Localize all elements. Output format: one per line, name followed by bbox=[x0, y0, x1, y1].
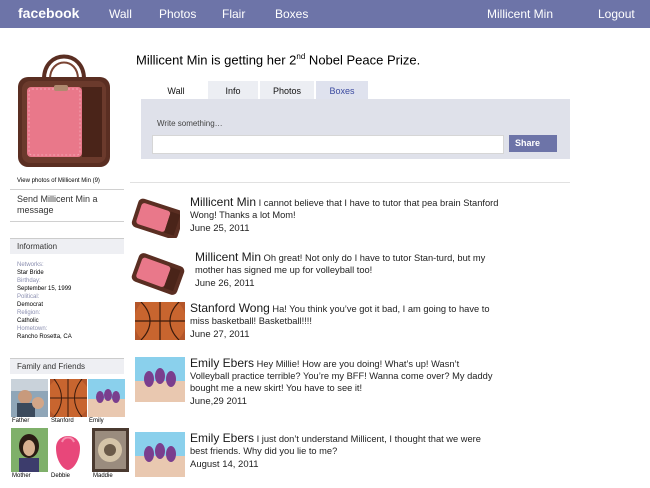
hometown-value: Rancho Rosetta, CA bbox=[17, 334, 72, 340]
friend-photo[interactable] bbox=[50, 428, 87, 472]
friend-stanford[interactable]: Stanford bbox=[50, 379, 87, 431]
headline-text: Millicent Min is getting her 2 bbox=[136, 52, 297, 68]
post-content: Emily Ebers Hey Millie! How are you doin… bbox=[190, 357, 495, 408]
friend-name[interactable]: Maddie bbox=[92, 473, 129, 479]
friend-name[interactable]: Mother bbox=[11, 473, 48, 479]
post-author[interactable]: Emily Ebers bbox=[190, 356, 254, 370]
friend-photo[interactable] bbox=[88, 379, 125, 417]
post-date: August 14, 2011 bbox=[190, 459, 259, 470]
tab-info[interactable]: Info bbox=[208, 81, 258, 99]
information-list: Networks: Star Bride Birthday: September… bbox=[17, 261, 123, 341]
divider bbox=[10, 221, 124, 222]
top-navigation-bar: facebook Wall Photos Flair Boxes Millice… bbox=[0, 0, 650, 28]
divider bbox=[130, 182, 570, 183]
tab-boxes[interactable]: Boxes bbox=[316, 81, 368, 99]
friend-name[interactable]: Father bbox=[11, 418, 48, 424]
basketball-thumbnail[interactable] bbox=[135, 302, 185, 340]
nav-photos-link[interactable]: Photos bbox=[159, 7, 196, 21]
networks-label: Networks: bbox=[17, 262, 44, 268]
political-value: Democrat bbox=[17, 302, 44, 308]
laptop-bag-thumbnail[interactable] bbox=[128, 251, 188, 297]
laptop-bag-thumbnail[interactable] bbox=[128, 196, 180, 238]
post-content: Emily Ebers I just don’t understand Mill… bbox=[190, 432, 495, 471]
send-message-link[interactable]: Send Millicent Min a message bbox=[17, 194, 117, 216]
political-label: Political: bbox=[17, 294, 40, 300]
profile-photo[interactable] bbox=[10, 45, 114, 173]
friend-debbie[interactable]: Debbie bbox=[50, 428, 87, 480]
tab-photos[interactable]: Photos bbox=[260, 81, 314, 99]
headline-superscript: nd bbox=[296, 52, 306, 61]
view-photos-link[interactable]: View photos of Millicent Min (9) bbox=[17, 178, 100, 184]
family-friends-heading: Family and Friends bbox=[10, 358, 124, 374]
post-date: June 25, 2011 bbox=[190, 223, 250, 234]
nav-user-link[interactable]: Millicent Min bbox=[487, 7, 553, 21]
headline-text-end: Nobel Peace Prize. bbox=[305, 52, 421, 68]
logout-link[interactable]: Logout bbox=[598, 7, 635, 21]
write-something-label: Write something… bbox=[157, 119, 223, 128]
nav-wall-link[interactable]: Wall bbox=[109, 7, 132, 21]
friend-mother[interactable]: Mother bbox=[11, 428, 48, 480]
wall-composer: Write something… Share bbox=[141, 99, 570, 159]
birthday-label: Birthday: bbox=[17, 278, 41, 284]
friend-photo[interactable] bbox=[92, 428, 129, 472]
hometown-label: Hometown: bbox=[17, 326, 48, 332]
divider bbox=[10, 189, 124, 190]
post-date: June 27, 2011 bbox=[190, 329, 250, 340]
painted-nails-thumbnail[interactable] bbox=[135, 357, 185, 402]
information-heading: Information bbox=[10, 238, 124, 254]
post-date: June,29 2011 bbox=[190, 396, 247, 407]
post-author[interactable]: Emily Ebers bbox=[190, 431, 254, 445]
friend-photo[interactable] bbox=[11, 428, 48, 472]
post-content: Stanford Wong Ha! You think you’ve got i… bbox=[190, 302, 495, 341]
friend-name[interactable]: Debbie bbox=[50, 473, 87, 479]
nav-flair-link[interactable]: Flair bbox=[222, 7, 245, 21]
birthday-value: September 15, 1999 bbox=[17, 286, 72, 292]
nav-boxes-link[interactable]: Boxes bbox=[275, 7, 308, 21]
wall-post-input[interactable] bbox=[152, 135, 504, 154]
friend-name[interactable]: Emily bbox=[88, 418, 125, 424]
friend-father[interactable]: Father bbox=[11, 379, 48, 431]
post-date: June 26, 2011 bbox=[195, 278, 255, 289]
friend-maddie[interactable]: Maddie bbox=[92, 428, 129, 480]
tab-wall[interactable]: Wall bbox=[146, 81, 206, 99]
post-author[interactable]: Millicent Min bbox=[190, 195, 256, 209]
post-author[interactable]: Stanford Wong bbox=[190, 301, 270, 315]
friend-name[interactable]: Stanford bbox=[50, 418, 87, 424]
post-content: Millicent Min Oh great! Not only do I ha… bbox=[195, 251, 495, 290]
share-button[interactable]: Share bbox=[509, 135, 557, 152]
networks-value[interactable]: Star Bride bbox=[17, 269, 123, 277]
friend-emily[interactable]: Emily bbox=[88, 379, 125, 431]
religion-value: Catholic bbox=[17, 318, 39, 324]
facebook-logo[interactable]: facebook bbox=[18, 5, 79, 21]
religion-label: Religion: bbox=[17, 310, 41, 316]
painted-nails-thumbnail[interactable] bbox=[135, 432, 185, 477]
basketball-photo[interactable] bbox=[50, 379, 87, 417]
post-content: Millicent Min I cannot believe that I ha… bbox=[190, 196, 520, 235]
friend-photo[interactable] bbox=[11, 379, 48, 417]
post-author[interactable]: Millicent Min bbox=[195, 250, 261, 264]
status-headline: Millicent Min is getting her 2nd Nobel P… bbox=[136, 52, 420, 67]
